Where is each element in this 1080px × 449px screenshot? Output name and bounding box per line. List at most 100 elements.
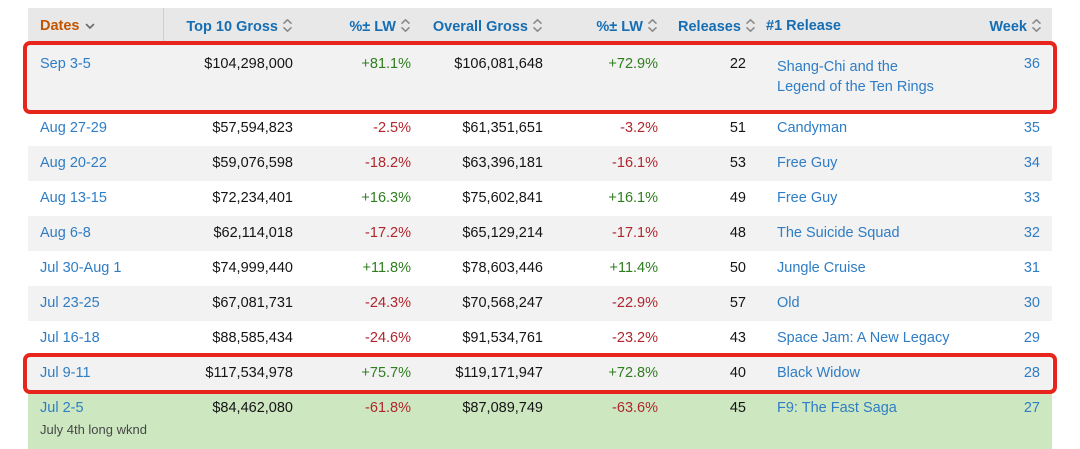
pct-lw-top10-cell: -17.2% [365, 224, 411, 241]
dates-cell: Aug 13-15 [28, 181, 163, 216]
date-link[interactable]: Jul 9-11 [40, 365, 91, 381]
column-header-label[interactable]: %± LW [349, 19, 396, 35]
release-link[interactable]: Black Widow [777, 365, 860, 381]
column-header[interactable]: %± LW [553, 8, 668, 44]
week-cell: 30 [960, 286, 1052, 321]
week-link[interactable]: 33 [1024, 190, 1040, 206]
top10-gross-cell: $74,999,440 [212, 259, 293, 276]
week-link[interactable]: 34 [1024, 155, 1040, 171]
dates-cell: Aug 20-22 [28, 146, 163, 181]
pct-lw-top10-cell: +75.7% [361, 364, 411, 381]
week-link[interactable]: 35 [1024, 120, 1040, 136]
pct-lw-overall-cell: +72.8% [608, 364, 658, 381]
date-link[interactable]: Aug 20-22 [40, 155, 107, 171]
top10-gross-cell: $72,234,401 [212, 189, 293, 206]
date-note: July 4th long wknd [40, 421, 147, 437]
pct-lw-top10-cell: -61.8% [365, 400, 411, 416]
date-link[interactable]: Aug 6-8 [40, 225, 91, 241]
week-link[interactable]: 31 [1024, 260, 1040, 276]
week-link[interactable]: 30 [1024, 295, 1040, 311]
overall-gross-cell: $106,081,648 [454, 56, 543, 72]
date-link[interactable]: Jul 23-25 [40, 295, 100, 311]
date-link[interactable]: Sep 3-5 [40, 56, 91, 72]
column-header[interactable]: %± LW [303, 8, 421, 44]
column-header[interactable]: Week [960, 8, 1052, 44]
dates-cell: Sep 3-5 [28, 44, 163, 111]
date-link[interactable]: Jul 30-Aug 1 [40, 260, 121, 276]
box-office-weekend-table: Dates Top 10 Gross %± LW Overall Gross %… [28, 8, 1052, 449]
date-link[interactable]: Jul 16-18 [40, 330, 100, 346]
date-link[interactable]: Aug 27-29 [40, 120, 107, 136]
week-link[interactable]: 36 [1024, 56, 1040, 72]
column-header-label[interactable]: %± LW [596, 19, 643, 35]
pct-lw-overall-cell: +11.4% [609, 259, 658, 276]
pct-lw-top10-cell: -24.6% [365, 329, 411, 346]
number-one-release-cell: Shang-Chi and the Legend of the Ten Ring… [756, 44, 960, 111]
overall-gross-cell: $61,351,651 [462, 119, 543, 136]
pct-lw-top10-cell: -24.3% [365, 294, 411, 311]
top10-gross-cell: $88,585,434 [212, 329, 293, 346]
pct-lw-overall-cell: -3.2% [620, 119, 658, 136]
releases-count-cell: 49 [729, 189, 746, 206]
week-link[interactable]: 29 [1024, 330, 1040, 346]
release-link[interactable]: Candyman [777, 120, 847, 136]
table-row: Jul 30-Aug 1 $74,999,440 +11.8% $78,603,… [28, 251, 1052, 286]
pct-lw-overall-cell: -63.6% [612, 400, 658, 416]
release-link[interactable]: The Suicide Squad [777, 225, 900, 241]
top10-gross-cell: $117,534,978 [205, 364, 293, 381]
pct-lw-top10-cell: +81.1% [361, 56, 411, 72]
sort-icon [745, 18, 756, 33]
table-row: Jul 2-5 July 4th long wknd $84,462,080 -… [28, 391, 1052, 449]
release-link[interactable]: Space Jam: A New Legacy [777, 330, 950, 346]
week-cell: 33 [960, 181, 1052, 216]
dates-cell: Aug 6-8 [28, 216, 163, 251]
week-link[interactable]: 32 [1024, 225, 1040, 241]
number-one-release-cell: Free Guy [756, 146, 960, 181]
pct-lw-overall-cell: -22.9% [612, 294, 658, 311]
table-row: Aug 13-15 $72,234,401 +16.3% $75,602,841… [28, 181, 1052, 216]
release-link[interactable]: Free Guy [777, 155, 837, 171]
top10-gross-cell: $67,081,731 [212, 294, 293, 311]
date-link[interactable]: Jul 2-5 [40, 400, 84, 416]
top10-gross-cell: $84,462,080 [212, 400, 293, 416]
pct-lw-top10-cell: +11.8% [362, 259, 411, 276]
pct-lw-overall-cell: -16.1% [612, 154, 658, 171]
top10-gross-cell: $62,114,018 [213, 224, 293, 241]
column-header-label[interactable]: Releases [678, 19, 741, 35]
sort-desc-icon [84, 20, 96, 32]
column-header-label[interactable]: Overall Gross [433, 19, 528, 35]
number-one-release-cell: Old [756, 286, 960, 321]
column-header-label[interactable]: Dates [40, 18, 80, 34]
overall-gross-cell: $63,396,181 [462, 154, 543, 171]
releases-count-cell: 40 [729, 364, 746, 381]
sort-icon [1031, 18, 1042, 33]
week-cell: 29 [960, 321, 1052, 356]
releases-count-cell: 22 [729, 56, 746, 72]
column-header-label[interactable]: Week [989, 19, 1027, 35]
releases-count-cell: 51 [729, 119, 746, 136]
release-link[interactable]: Shang-Chi and the Legend of the Ten Ring… [777, 59, 934, 95]
column-header[interactable]: Releases [668, 8, 756, 44]
column-header[interactable]: Top 10 Gross [163, 8, 303, 44]
dates-cell: Jul 23-25 [28, 286, 163, 321]
column-header-label[interactable]: Top 10 Gross [186, 19, 278, 35]
date-link[interactable]: Aug 13-15 [40, 190, 107, 206]
release-link[interactable]: Old [777, 295, 800, 311]
week-link[interactable]: 27 [1024, 400, 1040, 416]
dates-cell: Jul 9-11 [28, 356, 163, 391]
top10-gross-cell: $104,298,000 [204, 56, 293, 72]
releases-count-cell: 48 [729, 224, 746, 241]
column-header[interactable]: Dates [28, 8, 164, 44]
week-cell: 28 [960, 356, 1052, 391]
column-header-label[interactable]: #1 Release [766, 18, 841, 34]
week-link[interactable]: 28 [1024, 365, 1040, 381]
week-cell: 35 [960, 111, 1052, 146]
release-link[interactable]: Free Guy [777, 190, 837, 206]
release-link[interactable]: Jungle Cruise [777, 260, 866, 276]
sort-icon [400, 18, 411, 33]
release-link[interactable]: F9: The Fast Saga [777, 400, 897, 416]
table-row: Aug 27-29 $57,594,823 -2.5% $61,351,651 … [28, 111, 1052, 146]
releases-count-cell: 43 [729, 329, 746, 346]
column-header[interactable]: #1 Release [756, 8, 960, 44]
column-header[interactable]: Overall Gross [421, 8, 553, 44]
